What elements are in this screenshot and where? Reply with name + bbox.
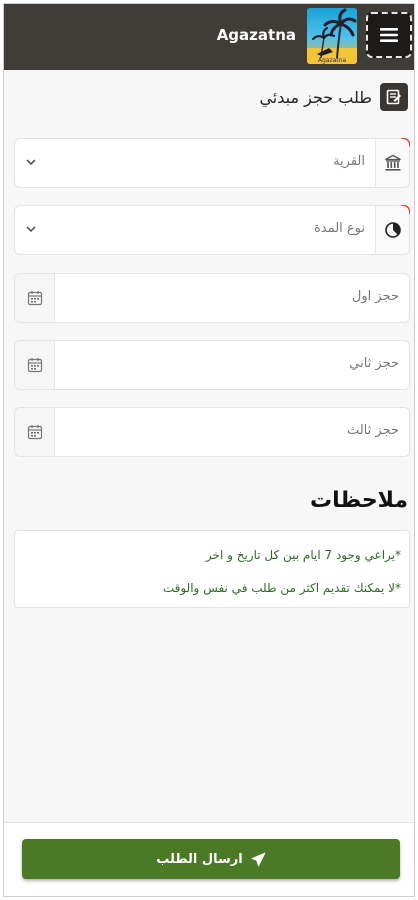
calendar-icon[interactable] xyxy=(15,341,55,389)
brand-logo[interactable]: Agazatna xyxy=(307,8,357,64)
note-line: *لا يمكنك تقديم اكثر من طلب في نفس والوق… xyxy=(162,581,401,595)
duration-type-value: نوع المدة xyxy=(314,221,365,236)
app-frame: Agazatna Agazatna طلب حجز مبدئي القرية ن… xyxy=(3,3,415,897)
note-line: *يراعي وجود 7 ايام بين كل تاريخ و اخر xyxy=(205,548,401,562)
second-booking-date-input[interactable]: حجز ثاني xyxy=(14,340,410,390)
third-booking-date-input[interactable]: حجز ثالث xyxy=(14,407,410,457)
chevron-down-icon xyxy=(26,226,36,233)
chevron-down-icon xyxy=(26,159,36,166)
page-header: طلب حجز مبدئي xyxy=(259,82,408,112)
svg-text:Agazatna: Agazatna xyxy=(318,57,347,64)
calendar-icon[interactable] xyxy=(15,274,55,322)
duration-type-select[interactable]: نوع المدة xyxy=(14,205,410,255)
first-booking-placeholder: حجز اول xyxy=(351,289,399,304)
page-title: طلب حجز مبدئي xyxy=(259,87,372,107)
second-booking-placeholder: حجز ثاني xyxy=(349,356,399,371)
footer-bar: ارسال الطلب xyxy=(4,822,414,896)
edit-form-icon xyxy=(380,83,408,111)
village-select-value: القرية xyxy=(333,154,365,169)
calendar-icon[interactable] xyxy=(15,408,55,456)
submit-request-button[interactable]: ارسال الطلب xyxy=(22,839,400,879)
palm-logo-icon: Agazatna xyxy=(307,8,357,64)
submit-request-label: ارسال الطلب xyxy=(156,851,243,867)
institution-icon xyxy=(375,139,409,187)
village-select[interactable]: القرية xyxy=(14,138,410,188)
menu-button[interactable] xyxy=(366,12,412,58)
notes-heading: ملاحظات xyxy=(310,488,408,513)
paper-plane-icon xyxy=(251,852,266,866)
notes-box: *يراعي وجود 7 ايام بين كل تاريخ و اخر *ل… xyxy=(14,530,410,608)
brand-name: Agazatna xyxy=(216,26,296,44)
first-booking-date-input[interactable]: حجز اول xyxy=(14,273,410,323)
adjust-icon xyxy=(375,206,409,254)
hamburger-icon xyxy=(380,28,398,42)
top-bar: Agazatna Agazatna xyxy=(4,4,414,70)
third-booking-placeholder: حجز ثالث xyxy=(346,423,399,438)
